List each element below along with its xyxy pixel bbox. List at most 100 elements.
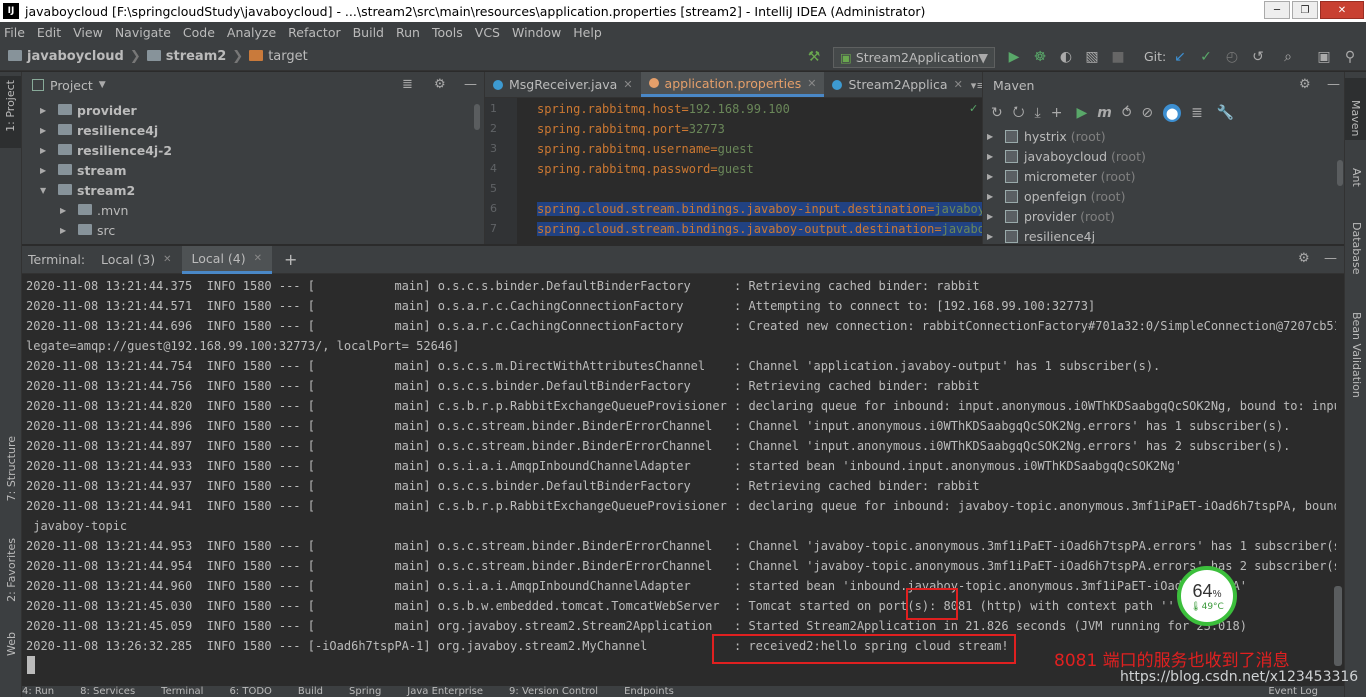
project-tree-item[interactable]: ▶ .mvn: [60, 200, 128, 220]
chevron-right-icon[interactable]: ▶: [40, 166, 50, 175]
collapse-all-icon[interactable]: ≣: [1191, 105, 1203, 121]
chevron-right-icon[interactable]: ▶: [987, 132, 997, 141]
code-line[interactable]: spring.rabbitmq.password=guest: [537, 162, 754, 176]
cpu-usage-badge[interactable]: 64% 🌡49°C: [1177, 566, 1237, 626]
chevron-right-icon[interactable]: ▶: [40, 106, 50, 115]
reload-icon[interactable]: ↻: [991, 105, 1003, 121]
maven-project-item[interactable]: ▶ javaboycloud (root): [987, 146, 1146, 166]
menu-navigate[interactable]: Navigate: [115, 25, 171, 40]
terminal-scrollbar[interactable]: [1334, 586, 1342, 666]
maximize-button[interactable]: ❐: [1292, 1, 1318, 19]
git-commit-icon[interactable]: ✓: [1198, 49, 1214, 65]
ant-tool-label[interactable]: Ant: [1350, 168, 1363, 187]
toggle-offline-icon[interactable]: ⥀: [1122, 105, 1132, 121]
skip-tests-icon[interactable]: ⊘: [1141, 105, 1153, 121]
project-scrollbar[interactable]: [474, 104, 480, 130]
gear-icon[interactable]: ⚙: [434, 77, 446, 92]
run-icon[interactable]: ▶: [1006, 49, 1022, 65]
chevron-right-icon[interactable]: ▶: [987, 232, 997, 241]
project-tree-item[interactable]: ▶ stream: [40, 160, 127, 180]
maven-project-item[interactable]: ▶ provider (root): [987, 206, 1115, 226]
debug-icon[interactable]: ☸: [1032, 49, 1048, 65]
run-config-select[interactable]: ▣ Stream2Application ▼: [833, 47, 995, 68]
run-icon[interactable]: ▶: [1076, 105, 1087, 121]
show-dependencies-icon[interactable]: ⬤: [1163, 104, 1182, 122]
menu-window[interactable]: Window: [512, 25, 561, 40]
layout-icon[interactable]: ▣: [1316, 49, 1332, 65]
hide-icon[interactable]: —: [464, 77, 477, 92]
minimize-button[interactable]: ─: [1264, 1, 1290, 19]
web-tool-label[interactable]: Web: [5, 632, 18, 656]
project-tree-item[interactable]: ▶ provider: [40, 100, 137, 120]
tab-msgreceiver[interactable]: MsgReceiver.java ✕: [485, 72, 641, 97]
project-tree-item[interactable]: ▶ resilience4j: [40, 120, 158, 140]
git-update-icon[interactable]: ↙: [1172, 49, 1188, 65]
maven-scrollbar[interactable]: [1337, 160, 1343, 186]
chevron-down-icon[interactable]: ▼: [40, 186, 50, 195]
gear-icon[interactable]: ⚙: [1299, 77, 1311, 92]
project-tool-button[interactable]: 1: Project: [0, 76, 21, 148]
add-icon[interactable]: +: [1051, 105, 1063, 121]
search-everywhere-icon[interactable]: ⌕: [1280, 49, 1296, 65]
menu-build[interactable]: Build: [353, 25, 384, 40]
breadcrumb-item[interactable]: target: [268, 49, 308, 64]
menu-code[interactable]: Code: [183, 25, 215, 40]
chevron-right-icon[interactable]: ▶: [60, 206, 70, 215]
chevron-right-icon[interactable]: ▶: [987, 172, 997, 181]
maven-project-item[interactable]: ▶ hystrix (root): [987, 126, 1106, 146]
new-terminal-button[interactable]: +: [284, 250, 297, 269]
code-line[interactable]: spring.rabbitmq.port=32773: [537, 122, 725, 136]
gear-icon[interactable]: ⚙: [1298, 251, 1310, 266]
menu-view[interactable]: View: [73, 25, 103, 40]
chevron-down-icon[interactable]: ▼: [99, 80, 106, 90]
menu-refactor[interactable]: Refactor: [288, 25, 340, 40]
download-icon[interactable]: ⤓: [1035, 105, 1041, 121]
menu-edit[interactable]: Edit: [37, 25, 61, 40]
menu-vcs[interactable]: VCS: [475, 25, 500, 40]
bottom-tool-button[interactable]: 8: Services: [80, 686, 135, 697]
collapse-all-icon[interactable]: ≣: [402, 77, 413, 92]
chevron-right-icon[interactable]: ▶: [987, 152, 997, 161]
menu-run[interactable]: Run: [396, 25, 420, 40]
code-line[interactable]: spring.cloud.stream.bindings.javaboy-inp…: [537, 202, 1000, 216]
chevron-right-icon[interactable]: ▶: [987, 192, 997, 201]
coverage-icon[interactable]: ◐: [1058, 49, 1074, 65]
structure-tool-label[interactable]: 7: Structure: [5, 436, 18, 501]
search-icon[interactable]: ⚲: [1342, 49, 1358, 65]
close-tab-icon[interactable]: ✕: [623, 78, 632, 91]
close-tab-icon[interactable]: ✕: [807, 77, 816, 90]
maven-project-item[interactable]: ▶ resilience4j: [987, 226, 1099, 246]
inspection-ok-icon[interactable]: ✓: [969, 102, 978, 115]
bottom-tool-button[interactable]: 9: Version Control: [509, 686, 598, 697]
menu-tools[interactable]: Tools: [432, 25, 463, 40]
close-tab-icon[interactable]: ✕: [954, 78, 963, 91]
profile-icon[interactable]: ▧: [1084, 49, 1100, 65]
favorites-tool-label[interactable]: 2: Favorites: [5, 538, 18, 602]
history-icon[interactable]: ◴: [1224, 49, 1240, 65]
breadcrumb-item[interactable]: javaboycloud: [27, 49, 124, 64]
terminal-tab-local-4[interactable]: Local (4) ✕: [181, 245, 272, 274]
database-tool-label[interactable]: Database: [1350, 222, 1363, 275]
breadcrumb-item[interactable]: stream2: [166, 49, 227, 64]
chevron-right-icon[interactable]: ▶: [60, 226, 70, 235]
hide-icon[interactable]: —: [1327, 77, 1340, 92]
hammer-icon[interactable]: ⚒: [806, 49, 822, 65]
rollback-icon[interactable]: ↺: [1250, 49, 1266, 65]
code-line[interactable]: spring.rabbitmq.host=192.168.99.100: [537, 102, 790, 116]
bottom-tool-button[interactable]: Event Log: [1268, 686, 1318, 697]
chevron-right-icon[interactable]: ▶: [40, 146, 50, 155]
code-line[interactable]: spring.rabbitmq.username=guest: [537, 142, 754, 156]
wrench-icon[interactable]: 🔧: [1217, 105, 1234, 121]
bottom-tool-button[interactable]: Endpoints: [624, 686, 674, 697]
hide-icon[interactable]: —: [1324, 251, 1337, 266]
close-button[interactable]: ✕: [1320, 1, 1364, 19]
bottom-tool-button[interactable]: 6: TODO: [229, 686, 271, 697]
chevron-right-icon[interactable]: ▶: [40, 126, 50, 135]
chevron-right-icon[interactable]: ▶: [987, 212, 997, 221]
project-tree-item[interactable]: ▼ stream2: [40, 180, 135, 200]
code-line[interactable]: spring.cloud.stream.bindings.javaboy-out…: [537, 222, 993, 236]
bean-validation-tool-label[interactable]: Bean Validation: [1350, 312, 1363, 398]
stop-icon[interactable]: ■: [1110, 49, 1126, 65]
menu-analyze[interactable]: Analyze: [227, 25, 276, 40]
bottom-tool-button[interactable]: 4: Run: [22, 686, 54, 697]
